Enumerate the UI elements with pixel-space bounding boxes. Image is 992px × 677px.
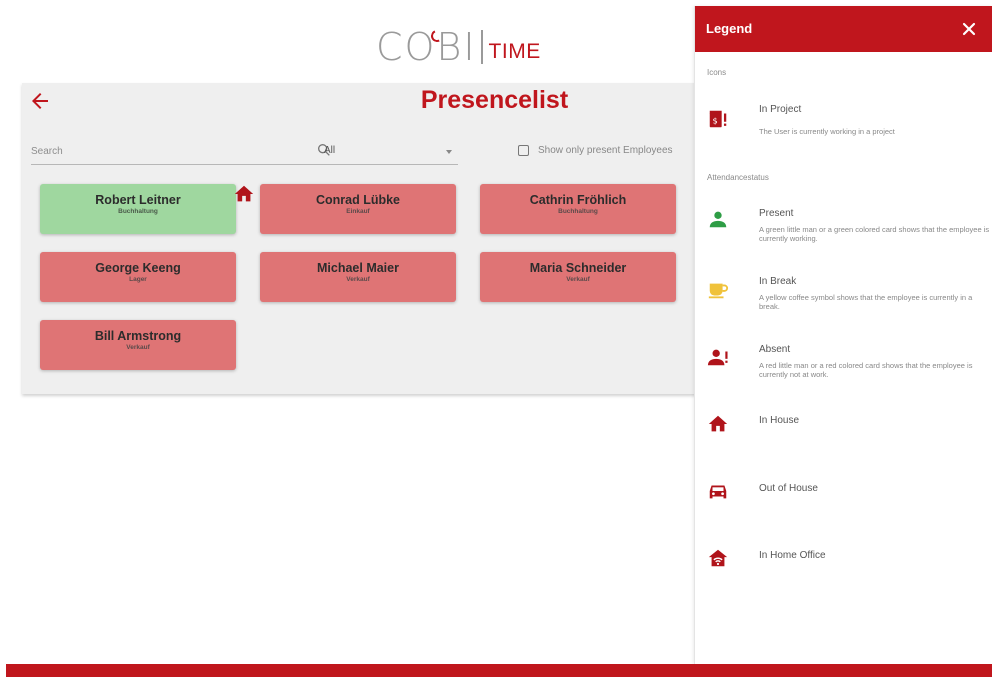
checkbox-box[interactable] (518, 144, 529, 156)
present-only-label: Show only present Employees (538, 144, 673, 156)
house-icon (234, 185, 254, 202)
employee-department: Lager (129, 276, 147, 283)
legend-description: A green little man or a green colored ca… (759, 225, 990, 243)
employee-name: Robert Leitner (95, 193, 181, 207)
search-field[interactable] (31, 137, 332, 165)
employee-name: Bill Armstrong (94, 329, 182, 343)
employee-card[interactable]: Cathrin Fröhlich Buchhaltung (480, 184, 676, 234)
chevron-down-icon (446, 150, 452, 154)
employee-department: Verkauf (346, 276, 370, 283)
cobi-time-logo: CO BI TIME (376, 22, 541, 68)
presence-panel: Presencelist All Show only present Emplo… (22, 83, 712, 394)
legend-label: Present (759, 208, 794, 219)
employee-name: Cathrin Fröhlich (529, 193, 627, 207)
coffee-icon (708, 283, 729, 299)
person-present-icon (709, 211, 727, 228)
legend-header: Legend (695, 6, 992, 52)
arrow-left-icon[interactable] (28, 89, 52, 113)
employee-card[interactable]: Bill Armstrong Verkauf (40, 320, 236, 370)
employee-department: Buchhaltung (558, 208, 598, 215)
employee-card[interactable]: Michael Maier Verkauf (260, 252, 456, 302)
logo-time-text: TIME (488, 40, 541, 63)
house-icon (708, 415, 728, 432)
close-icon[interactable] (959, 19, 979, 39)
employee-department: Buchhaltung (118, 208, 158, 215)
legend-label: In Break (759, 276, 797, 287)
legend-title: Legend (706, 21, 753, 36)
svg-text:$: $ (713, 116, 718, 126)
employee-department: Einkauf (346, 208, 370, 215)
legend-label: In House (759, 415, 800, 426)
employee-card[interactable]: Conrad Lübke Einkauf (260, 184, 456, 234)
employee-department: Verkauf (126, 344, 150, 351)
employee-name: Conrad Lübke (315, 193, 401, 207)
legend-label: Out of House (759, 483, 818, 494)
logo-cobi-text-left: CO (376, 25, 437, 69)
employee-card[interactable]: Robert Leitner Buchhaltung (40, 184, 236, 234)
legend-label: Absent (759, 344, 791, 355)
legend-label: In Project (759, 104, 802, 115)
home-office-icon (708, 549, 728, 567)
footer-bar (6, 664, 992, 677)
search-input[interactable] (31, 141, 291, 161)
employee-card[interactable]: Maria Schneider Verkauf (480, 252, 676, 302)
legend-label: In Home Office (759, 550, 826, 561)
legend-description: The User is currently working in a proje… (759, 127, 895, 136)
employee-name: George Keeng (95, 261, 181, 275)
employee-name: Michael Maier (317, 261, 399, 275)
legend-section-icons: Icons (707, 68, 727, 77)
present-only-checkbox[interactable]: Show only present Employees (518, 141, 698, 159)
group-select[interactable]: All (324, 137, 458, 165)
legend-description: A yellow coffee symbol shows that the em… (759, 293, 973, 311)
logo-divider (480, 30, 483, 64)
project-icon: $ (709, 110, 727, 128)
group-select-value: All (324, 145, 336, 156)
employee-department: Verkauf (566, 276, 590, 283)
legend-section-attendance: Attendancestatus (707, 173, 769, 182)
employee-name: Maria Schneider (529, 261, 627, 275)
employee-card[interactable]: George Keeng Lager (40, 252, 236, 302)
person-absent-icon (707, 349, 728, 366)
legend-description: A red little man or a red colored card s… (759, 361, 973, 379)
car-icon (709, 485, 727, 499)
legend-drawer: Legend Icons $ In Project The User is cu… (694, 6, 992, 664)
